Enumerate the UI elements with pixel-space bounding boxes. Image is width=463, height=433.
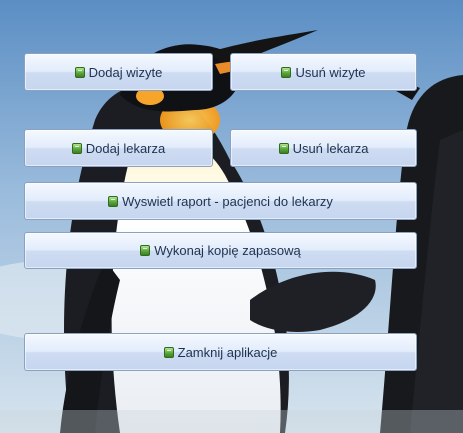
- add-visit-label: Dodaj wizyte: [88, 64, 163, 80]
- report-label: Wyswietl raport - pacjenci do lekarzy: [122, 193, 333, 209]
- delete-visit-label: Usuń wizyte: [295, 64, 366, 80]
- green-document-icon: [74, 66, 85, 78]
- add-doctor-label: Dodaj lekarza: [85, 140, 166, 156]
- green-document-icon: [140, 245, 151, 256]
- green-document-icon: [71, 142, 82, 154]
- green-document-icon: [278, 142, 289, 154]
- add-doctor-button[interactable]: Dodaj lekarza: [24, 129, 213, 167]
- report-patients-doctors-button[interactable]: Wyswietl raport - pacjenci do lekarzy: [24, 182, 417, 220]
- delete-doctor-label: Usuń lekarza: [292, 140, 369, 156]
- backup-button[interactable]: Wykonaj kopię zapasową: [24, 232, 417, 269]
- delete-doctor-button[interactable]: Usuń lekarza: [230, 129, 417, 167]
- close-application-label: Zamknij aplikacje: [177, 344, 278, 360]
- add-visit-button[interactable]: Dodaj wizyte: [24, 53, 213, 91]
- backup-label: Wykonaj kopię zapasową: [154, 243, 301, 258]
- green-document-icon: [281, 66, 292, 78]
- delete-visit-button[interactable]: Usuń wizyte: [230, 53, 417, 91]
- green-document-icon: [108, 195, 119, 207]
- green-document-icon: [163, 346, 174, 358]
- close-application-button[interactable]: Zamknij aplikacje: [24, 333, 417, 371]
